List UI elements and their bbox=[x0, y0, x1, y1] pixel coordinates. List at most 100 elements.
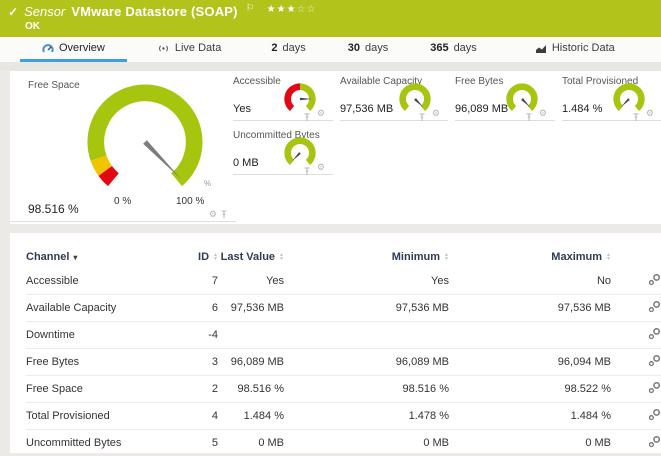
cell-channel: Free Bytes bbox=[26, 349, 176, 376]
cell-last-value: Yes bbox=[218, 268, 284, 295]
gauge-max-label: 100 % bbox=[176, 196, 204, 207]
gauge-pin-icon[interactable] bbox=[525, 113, 533, 122]
gauge-panel-free-space[interactable]: Free Space 0 % 100 % % 98.516 % ⚙ bbox=[10, 71, 236, 222]
cell-minimum: 1.478 % bbox=[284, 403, 449, 430]
gauge-settings-gear-icon[interactable]: ⚙ bbox=[317, 163, 325, 172]
gauge-settings-gear-icon[interactable]: ⚙ bbox=[209, 210, 217, 219]
gauge-needle bbox=[143, 140, 182, 180]
gauge-pin-icon[interactable] bbox=[418, 113, 426, 122]
edit-channel-icon[interactable] bbox=[648, 273, 661, 289]
gauge-needle bbox=[292, 152, 301, 161]
tab-365-days-word: days bbox=[454, 42, 477, 54]
gauge-value: 0 MB bbox=[233, 157, 259, 169]
column-header-maximum[interactable]: Maximum▲▼ bbox=[449, 247, 611, 268]
edit-channel-icon[interactable] bbox=[648, 354, 661, 370]
gauge-value: 97,536 MB bbox=[340, 103, 393, 115]
cell-last-value: 96,089 MB bbox=[218, 349, 284, 376]
live-data-icon bbox=[157, 43, 170, 54]
column-header-minimum[interactable]: Minimum▲▼ bbox=[284, 247, 449, 268]
column-header-channel[interactable]: Channel▾ bbox=[26, 247, 176, 268]
cell-maximum bbox=[449, 322, 611, 349]
cell-maximum: No bbox=[449, 268, 611, 295]
gauge-value: 98.516 % bbox=[28, 202, 79, 216]
cell-minimum: 96,089 MB bbox=[284, 349, 449, 376]
accessible-gauge bbox=[281, 80, 319, 118]
gauge-settings-gear-icon[interactable]: ⚙ bbox=[317, 109, 325, 118]
tab-2-days-number: 2 bbox=[271, 42, 277, 54]
priority-stars[interactable]: ★★★☆☆ bbox=[267, 4, 317, 15]
tab-live-data[interactable]: Live Data bbox=[141, 37, 237, 62]
gauge-settings-gear-icon[interactable]: ⚙ bbox=[539, 109, 547, 118]
sensor-header: ✓ Sensor VMware Datastore (SOAP) ⚐ ★★★☆☆… bbox=[0, 0, 661, 37]
gauge-panel-total-provisioned[interactable]: Total Provisioned 1.484 % ⚙ bbox=[562, 76, 661, 121]
cell-minimum bbox=[284, 322, 449, 349]
edit-channel-icon[interactable] bbox=[648, 408, 661, 424]
cell-maximum: 97,536 MB bbox=[449, 295, 611, 322]
sort-icon: ▲▼ bbox=[279, 253, 284, 261]
gauge-pin-icon[interactable] bbox=[632, 113, 640, 122]
tab-historic-data[interactable]: Historic Data bbox=[519, 37, 631, 62]
tab-2-days[interactable]: 2 days bbox=[255, 37, 321, 62]
edit-channel-icon[interactable] bbox=[648, 435, 661, 451]
total-provisioned-gauge bbox=[610, 80, 648, 118]
cell-maximum: 98.522 % bbox=[449, 376, 611, 403]
stars-filled: ★★★ bbox=[267, 4, 297, 15]
cell-id: -4 bbox=[176, 322, 218, 349]
cell-channel: Uncommitted Bytes bbox=[26, 430, 176, 456]
page-title: VMware Datastore (SOAP) bbox=[71, 4, 237, 19]
table-row: Total Provisioned 4 1.484 % 1.478 % 1.48… bbox=[26, 403, 661, 430]
tab-historic-data-label: Historic Data bbox=[552, 42, 615, 54]
gauge-pin-icon[interactable] bbox=[220, 210, 228, 219]
available-capacity-gauge bbox=[396, 80, 434, 118]
gauge-needle bbox=[414, 98, 423, 107]
gauge-panel-available-capacity[interactable]: Available Capacity 97,536 MB ⚙ bbox=[340, 76, 448, 121]
cell-id: 2 bbox=[176, 376, 218, 403]
gauge-value: 96,089 MB bbox=[455, 103, 508, 115]
cell-id: 5 bbox=[176, 430, 218, 456]
cell-id: 3 bbox=[176, 349, 218, 376]
status-ok-check-icon: ✓ bbox=[8, 5, 18, 19]
sort-icon: ▲▼ bbox=[213, 253, 218, 261]
cell-channel: Free Space bbox=[26, 376, 176, 403]
sort-icon: ▲▼ bbox=[444, 253, 449, 261]
tab-30-days[interactable]: 30 days bbox=[332, 37, 405, 62]
cell-last-value: 97,536 MB bbox=[218, 295, 284, 322]
flag-icon[interactable]: ⚐ bbox=[246, 3, 255, 14]
gauge-settings-gear-icon[interactable]: ⚙ bbox=[646, 109, 654, 118]
cell-last-value: 0 MB bbox=[218, 430, 284, 456]
column-header-last-value[interactable]: Last Value▲▼ bbox=[218, 247, 284, 268]
column-header-id[interactable]: ID▲▼ bbox=[176, 247, 218, 268]
gauge-label: Free Bytes bbox=[455, 76, 503, 87]
table-row: Available Capacity 6 97,536 MB 97,536 MB… bbox=[26, 295, 661, 322]
tab-365-days[interactable]: 365 days bbox=[414, 37, 493, 62]
tab-log[interactable]: Log bbox=[651, 37, 661, 62]
edit-channel-icon[interactable] bbox=[648, 381, 661, 397]
cell-minimum: 0 MB bbox=[284, 430, 449, 456]
table-row: Accessible 7 Yes Yes No bbox=[26, 268, 661, 295]
gauge-label: Free Space bbox=[28, 80, 80, 91]
gauge-panel-uncommitted-bytes[interactable]: Uncommitted Bytes 0 MB ⚙ bbox=[233, 130, 333, 175]
gauge-pin-icon[interactable] bbox=[303, 167, 311, 176]
table-row: Free Bytes 3 96,089 MB 96,089 MB 96,094 … bbox=[26, 349, 661, 376]
cell-maximum: 0 MB bbox=[449, 430, 611, 456]
cell-channel: Available Capacity bbox=[26, 295, 176, 322]
cell-channel: Total Provisioned bbox=[26, 403, 176, 430]
historic-data-icon bbox=[535, 43, 547, 54]
sensor-overview-page: ✓ Sensor VMware Datastore (SOAP) ⚐ ★★★☆☆… bbox=[0, 0, 661, 430]
edit-channel-icon[interactable] bbox=[648, 300, 661, 316]
gauge-icon bbox=[42, 43, 54, 54]
table-row: Downtime -4 bbox=[26, 322, 661, 349]
stars-empty: ☆☆ bbox=[297, 4, 317, 15]
edit-channel-icon[interactable] bbox=[648, 327, 661, 343]
gauge-label: Accessible bbox=[233, 76, 281, 87]
gauge-value: 1.484 % bbox=[562, 103, 602, 115]
tab-overview[interactable]: Overview bbox=[20, 37, 127, 62]
gauge-panel-accessible[interactable]: Accessible Yes ⚙ bbox=[233, 76, 333, 121]
gauge-settings-gear-icon[interactable]: ⚙ bbox=[432, 109, 440, 118]
tab-bar: Overview Live Data 2 days 30 days 365 da… bbox=[0, 37, 661, 62]
gauge-pin-icon[interactable] bbox=[303, 113, 311, 122]
cell-channel: Downtime bbox=[26, 322, 176, 349]
channel-table: Channel▾ ID▲▼ Last Value▲▼ Minimum▲▼ Max… bbox=[26, 247, 661, 456]
cell-maximum: 96,094 MB bbox=[449, 349, 611, 376]
gauge-panel-free-bytes[interactable]: Free Bytes 96,089 MB ⚙ bbox=[455, 76, 555, 121]
